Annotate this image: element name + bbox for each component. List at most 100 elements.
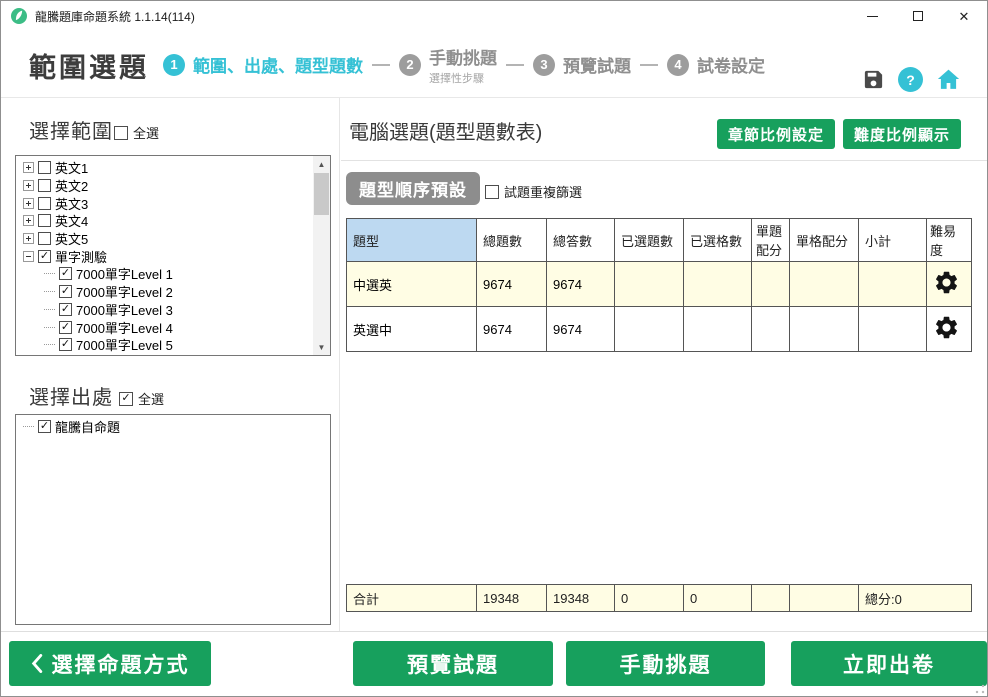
difficulty-ratio-button[interactable]: 難度比例顯示 <box>843 119 961 149</box>
tree-item-label: 英文1 <box>55 158 88 177</box>
duplicate-filter-checkbox[interactable] <box>485 185 499 199</box>
tree-item-label: 7000單字Level 5 <box>76 335 173 354</box>
cell-score-per-cell[interactable] <box>790 307 859 352</box>
tree-item-7000-level5[interactable]: 7000單字Level 5 <box>16 336 330 354</box>
collapse-icon[interactable] <box>23 251 34 262</box>
step-4-label: 試卷設定 <box>697 52 765 77</box>
cell-score-per-question[interactable] <box>752 262 790 307</box>
checkbox[interactable] <box>59 338 72 351</box>
cell-selected-questions[interactable] <box>615 262 684 307</box>
tree-item-english4[interactable]: 英文4 <box>16 212 330 230</box>
expand-icon[interactable] <box>23 215 34 226</box>
resize-grip[interactable] <box>975 684 985 694</box>
duplicate-filter-label: 試題重複篩選 <box>504 182 582 201</box>
cell-score-per-cell[interactable] <box>790 262 859 307</box>
checkbox[interactable] <box>59 267 72 280</box>
difficulty-settings-button[interactable] <box>933 314 960 341</box>
step-dash <box>640 64 658 66</box>
minimize-icon <box>867 16 878 17</box>
step-2-label: 手動挑題 <box>429 44 497 69</box>
back-to-method-button[interactable]: 選擇命題方式 <box>9 641 211 686</box>
chevron-left-icon <box>31 654 43 673</box>
step-3-label: 預覽試題 <box>563 52 631 77</box>
tree-connector <box>44 291 55 292</box>
checkbox[interactable] <box>38 420 51 433</box>
tree-item-longteng-custom[interactable]: 龍騰自命題 <box>16 418 330 436</box>
cell-score-per-question[interactable] <box>752 307 790 352</box>
header-icons: ? <box>862 67 961 92</box>
tree-item-7000-level4[interactable]: 7000單字Level 4 <box>16 318 330 336</box>
cell-selected-cells[interactable] <box>684 262 752 307</box>
expand-icon[interactable] <box>23 180 34 191</box>
close-button[interactable]: ✕ <box>941 1 987 31</box>
manual-pick-button[interactable]: 手動挑題 <box>566 641 765 686</box>
cell-total-answers: 9674 <box>547 262 615 307</box>
help-icon[interactable]: ? <box>898 67 923 92</box>
step-1-badge: 1 <box>163 54 185 76</box>
step-1-label: 範圍、出處、題型題數 <box>193 52 363 77</box>
minimize-button[interactable] <box>849 1 895 31</box>
col-header-subtotal: 小計 <box>859 219 927 262</box>
expand-icon[interactable] <box>23 233 34 244</box>
source-select-all[interactable]: 全選 <box>119 389 164 408</box>
checkbox[interactable] <box>38 197 51 210</box>
save-icon[interactable] <box>862 68 885 91</box>
home-icon[interactable] <box>936 67 961 92</box>
checkbox[interactable] <box>59 303 72 316</box>
main-area: 選擇範圍 全選 英文1 英文2 英文3 <box>1 98 987 632</box>
question-order-preset-button[interactable]: 題型順序預設 <box>346 172 480 205</box>
titlebar: 龍騰題庫命題系統 1.1.14(114) ✕ <box>1 1 987 31</box>
tree-item-label: 7000單字Level 4 <box>76 318 173 337</box>
col-header-score-per-question: 單題配分 <box>752 219 790 262</box>
step-4: 4 試卷設定 <box>667 52 765 77</box>
step-dash <box>506 64 524 66</box>
scrollbar-thumb[interactable] <box>314 173 329 215</box>
checkbox[interactable] <box>59 321 72 334</box>
tree-item-label: 7000單字Level 1 <box>76 264 173 283</box>
chapter-ratio-button[interactable]: 章節比例設定 <box>717 119 835 149</box>
maximize-button[interactable] <box>895 1 941 31</box>
step-3: 3 預覽試題 <box>533 52 631 77</box>
step-2-sublabel: 選擇性步驟 <box>429 70 497 86</box>
scope-select-all-label: 全選 <box>133 123 159 142</box>
source-select-all-label: 全選 <box>138 389 164 408</box>
cell-total-questions: 9674 <box>477 262 547 307</box>
tree-item-7000-level3[interactable]: 7000單字Level 3 <box>16 301 330 319</box>
checkbox[interactable] <box>38 161 51 174</box>
tree-item-english3[interactable]: 英文3 <box>16 194 330 212</box>
tree-item-vocab-test[interactable]: 單字測驗 <box>16 247 330 265</box>
preview-exam-button[interactable]: 預覽試題 <box>353 641 553 686</box>
checkbox[interactable] <box>38 250 51 263</box>
checkbox[interactable] <box>38 179 51 192</box>
scope-select-all[interactable]: 全選 <box>114 123 159 142</box>
scope-tree-scrollbar[interactable]: ▲ ▼ <box>313 156 330 355</box>
scope-select-all-checkbox[interactable] <box>114 126 128 140</box>
tree-item-7000-level2[interactable]: 7000單字Level 2 <box>16 283 330 301</box>
cell-selected-questions[interactable] <box>615 307 684 352</box>
difficulty-settings-button[interactable] <box>933 269 960 296</box>
scrollbar-up-icon[interactable]: ▲ <box>313 156 330 172</box>
total-label: 合計 <box>347 585 477 612</box>
tree-item-english1[interactable]: 英文1 <box>16 159 330 177</box>
total-selected-cells: 0 <box>684 585 752 612</box>
tree-item-7000-level1[interactable]: 7000單字Level 1 <box>16 265 330 283</box>
table-row: 中選英 9674 9674 <box>347 262 972 307</box>
checkbox[interactable] <box>38 214 51 227</box>
scrollbar-down-icon[interactable]: ▼ <box>313 339 330 355</box>
col-header-selected-cells: 已選格數 <box>684 219 752 262</box>
expand-icon[interactable] <box>23 198 34 209</box>
table-row: 英選中 9674 9674 <box>347 307 972 352</box>
tree-connector <box>23 426 34 427</box>
source-select-all-checkbox[interactable] <box>119 392 133 406</box>
duplicate-filter[interactable]: 試題重複篩選 <box>485 182 582 201</box>
cell-selected-cells[interactable] <box>684 307 752 352</box>
cell-type: 英選中 <box>347 307 477 352</box>
window-controls: ✕ <box>849 1 987 31</box>
expand-icon[interactable] <box>23 162 34 173</box>
checkbox[interactable] <box>59 285 72 298</box>
tree-item-english5[interactable]: 英文5 <box>16 230 330 248</box>
total-answers: 19348 <box>547 585 615 612</box>
tree-item-english2[interactable]: 英文2 <box>16 177 330 195</box>
checkbox[interactable] <box>38 232 51 245</box>
generate-exam-button[interactable]: 立即出卷 <box>791 641 987 686</box>
